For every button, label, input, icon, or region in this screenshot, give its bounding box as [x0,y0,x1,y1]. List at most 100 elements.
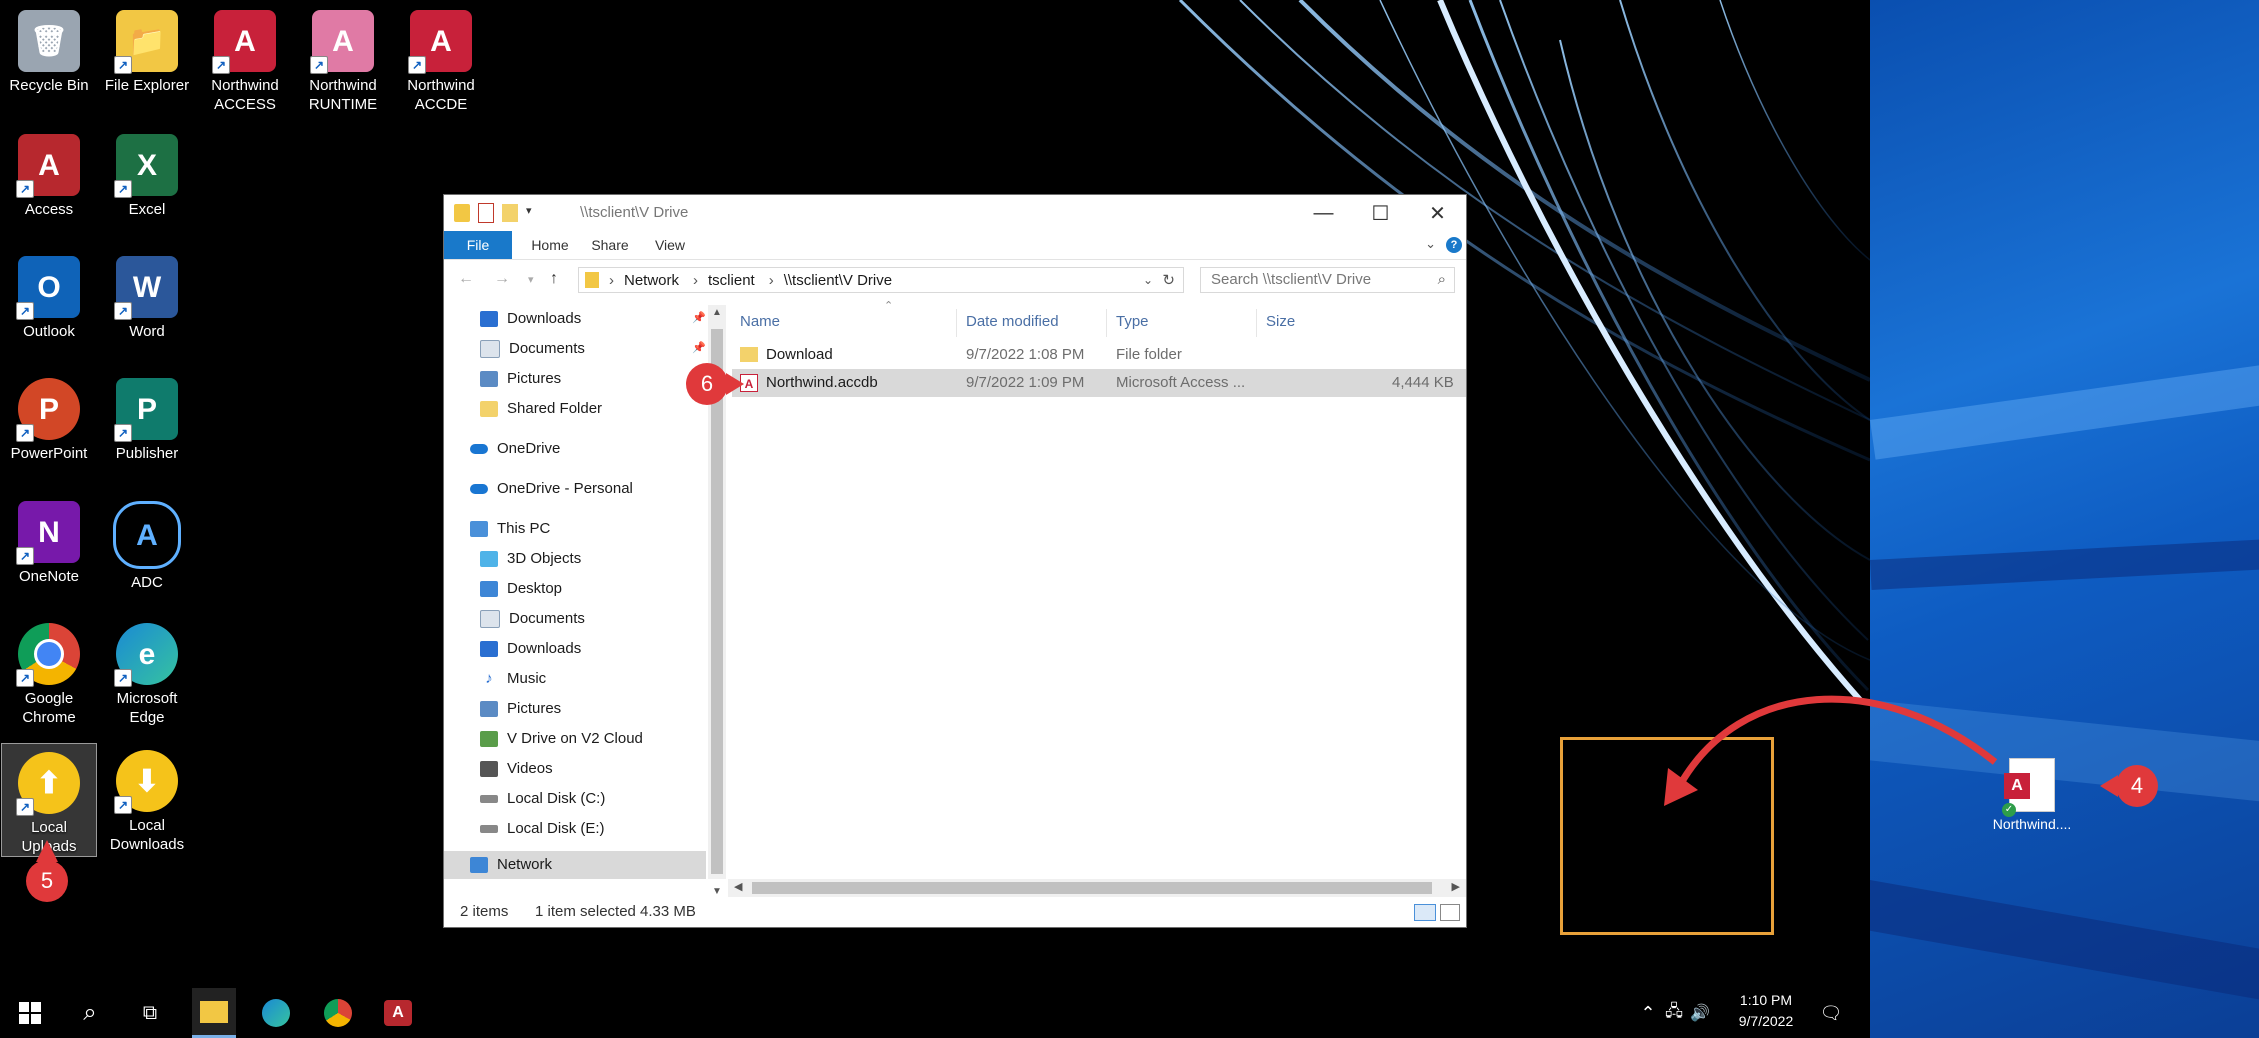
chevron-down-icon[interactable]: ⌄ [1143,273,1153,287]
quick-access-toolbar: ▾ [454,203,536,223]
scroll-right-icon[interactable]: ▶ [1452,880,1460,893]
breadcrumb-tsclient[interactable]: tsclient [708,272,755,289]
desktop-icon-excel[interactable]: X ↗ Excel [98,126,196,219]
icon-label: Publisher [115,445,179,462]
taskbar-access-icon[interactable]: A [376,988,420,1038]
column-header-size[interactable]: Size [1266,305,1295,339]
nav-item-shared-folder[interactable]: Shared Folder [480,395,602,423]
desktop-icon-file-explorer[interactable]: 📁 ↗ File Explorer [98,2,196,95]
desktop-icon-northwind-accde[interactable]: A ↗ Northwind ACCDE [392,2,490,114]
file-type: Microsoft Access ... [1116,374,1246,391]
desktop-icon-powerpoint[interactable]: P ↗ PowerPoint [0,370,98,463]
nav-item-downloads[interactable]: Downloads [480,635,581,663]
scroll-left-icon[interactable]: ◀ [734,880,742,893]
nav-item-onedrive[interactable]: OneDrive [470,435,560,463]
document-icon [480,340,500,358]
scrollbar-thumb[interactable] [711,329,723,874]
minimize-button[interactable]: — [1295,195,1352,231]
notification-center-icon[interactable]: 🗨 [1814,988,1848,1038]
tab-view[interactable]: View [642,231,698,259]
scrollbar-thumb[interactable] [752,882,1432,894]
desktop-icon-northwind-runtime[interactable]: A ↗ Northwind RUNTIME [294,2,392,114]
dragged-file[interactable]: A ✓ Northwind.... [1986,758,2078,832]
desktop-icon-google-chrome[interactable]: ↗ Google Chrome [0,615,98,727]
task-view-icon[interactable]: ⧉ [130,988,170,1038]
icon-label: ADC [131,574,163,591]
column-header-name[interactable]: Name [740,305,780,339]
column-header-date-modified[interactable]: Date modified [966,305,1059,339]
taskbar-chrome-icon[interactable] [316,988,360,1038]
navigation-pane: Downloads 📌 Documents 📌 Pictures Shared … [444,305,706,879]
nav-item-v-drive-on-v2-cloud[interactable]: V Drive on V2 Cloud [480,725,643,753]
desktop-icon-adc[interactable]: A ADC [98,493,196,592]
nav-item-documents[interactable]: Documents [480,605,585,633]
pictures-icon [480,701,498,717]
help-icon[interactable]: ? [1446,237,1462,253]
nav-item-local-disk-c[interactable]: Local Disk (C:) [480,785,605,813]
nav-item-music[interactable]: ♪ Music [480,665,546,693]
nav-item-3d-objects[interactable]: 3D Objects [480,545,581,573]
nav-item-local-disk-e[interactable]: Local Disk (E:) [480,815,605,843]
details-view-icon[interactable] [1414,904,1436,921]
desktop-icon-microsoft-edge[interactable]: e ↗ Microsoft Edge [98,615,196,727]
nav-item-desktop[interactable]: Desktop [480,575,562,603]
search-input[interactable]: Search \\tsclient\V Drive ⌕ [1200,267,1455,293]
scroll-up-icon[interactable]: ▲ [712,307,722,318]
new-folder-icon[interactable] [502,204,518,222]
desktop-icon-access[interactable]: A ↗ Access [0,126,98,219]
title-bar[interactable]: ▾ \\tsclient\V Drive — ☐ ✕ [444,195,1466,231]
clock-time[interactable]: 1:10 PM [1726,992,1806,1008]
close-button[interactable]: ✕ [1409,195,1466,231]
refresh-icon[interactable]: ↻ [1162,271,1175,289]
taskbar-edge-icon[interactable] [254,988,298,1038]
taskbar-file-explorer-icon[interactable] [192,988,236,1038]
nav-item-pictures-quick[interactable]: Pictures [480,365,561,393]
file-list-horizontal-scrollbar[interactable]: ◀ ▶ [728,879,1466,897]
nav-item-videos[interactable]: Videos [480,755,553,783]
clock-date[interactable]: 9/7/2022 [1726,1013,1806,1029]
nav-item-pictures[interactable]: Pictures [480,695,561,723]
desktop-icon-local-downloads[interactable]: ⬇ ↗ Local Downloads [98,742,196,854]
desktop-icon-recycle-bin[interactable]: 🗑 Recycle Bin [0,2,98,95]
column-header-type[interactable]: Type [1116,305,1149,339]
table-row[interactable]: A Northwind.accdb 9/7/2022 1:09 PM Micro… [732,369,1466,397]
nav-item-this-pc[interactable]: This PC [470,515,550,543]
up-arrow-icon[interactable]: ↑ [550,270,558,288]
desktop-icon-outlook[interactable]: O ↗ Outlook [0,248,98,341]
search-icon[interactable]: ⌕ [1438,268,1446,292]
chevron-down-icon[interactable]: ▾ [528,273,534,286]
scroll-down-icon[interactable]: ▼ [712,886,722,897]
nav-item-onedrive-personal[interactable]: OneDrive - Personal [470,475,633,503]
nav-item-documents-quick[interactable]: Documents [480,335,585,363]
volume-icon[interactable]: 🔊 [1688,988,1712,1038]
address-bar[interactable]: › Network › tsclient › \\tsclient\V Driv… [578,267,1184,293]
breadcrumb-network[interactable]: Network [624,272,679,289]
desktop-icon-onenote[interactable]: N ↗ OneNote [0,493,98,586]
icon-label: Northwind ACCDE [407,77,475,113]
chevron-down-icon[interactable]: ⌄ [1425,236,1436,252]
tab-file[interactable]: File [444,231,512,259]
chevron-down-icon[interactable]: ▾ [526,204,536,222]
desktop-icon-publisher[interactable]: P ↗ Publisher [98,370,196,463]
nav-item-downloads-quick[interactable]: Downloads [480,305,581,333]
music-note-icon: ♪ [485,670,493,687]
search-icon[interactable]: ⌕ [70,988,110,1038]
desktop-icon-northwind-access[interactable]: A ↗ Northwind ACCESS [196,2,294,114]
windows-start-icon[interactable] [10,988,50,1038]
nav-item-network[interactable]: Network [444,851,706,879]
show-hidden-icons-icon[interactable]: ⌃ [1636,988,1660,1038]
file-name: Download [766,346,833,363]
large-icons-view-icon[interactable] [1440,904,1460,921]
desktop-icon-word[interactable]: W ↗ Word [98,248,196,341]
tab-share[interactable]: Share [582,231,638,259]
maximize-button[interactable]: ☐ [1352,195,1409,231]
network-status-icon[interactable]: 🖧 [1662,988,1686,1038]
table-row[interactable]: Download 9/7/2022 1:08 PM File folder [732,341,1466,369]
back-arrow-icon[interactable]: ← [458,270,474,288]
film-icon [480,761,498,777]
breadcrumb-v-drive[interactable]: \\tsclient\V Drive [784,272,892,289]
icon-label: OneNote [18,568,80,585]
properties-icon[interactable] [478,203,494,223]
forward-arrow-icon[interactable]: → [494,270,510,288]
tab-home[interactable]: Home [522,231,578,259]
